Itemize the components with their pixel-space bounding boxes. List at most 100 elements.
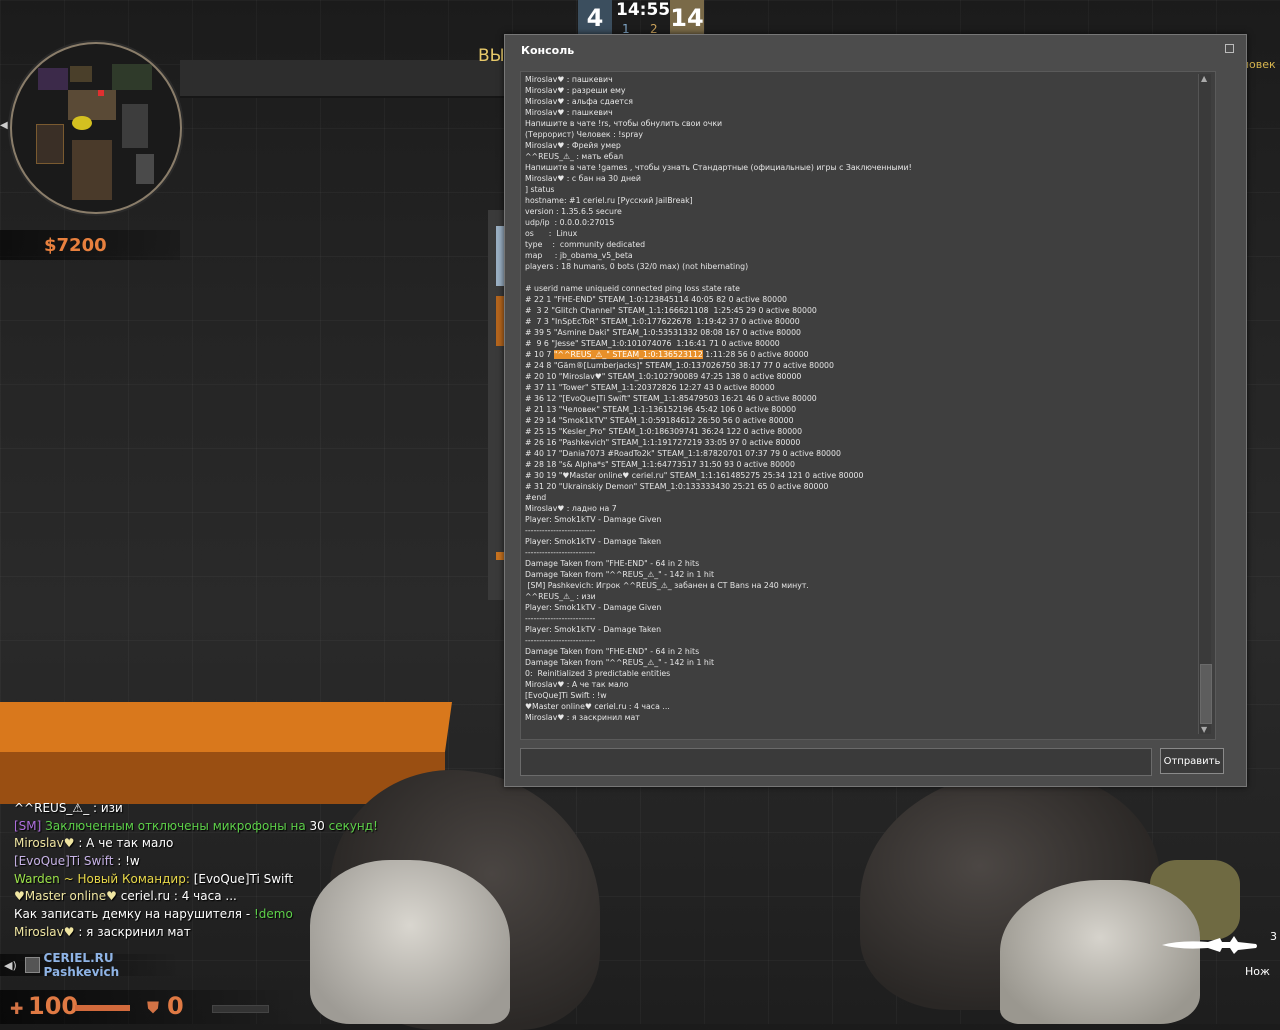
- console-line: # 22 1 "FHE-END" STEAM_1:0:123845114 40:…: [525, 294, 1205, 305]
- chat-message: ^^REUS_⚠_ : изи: [14, 800, 474, 818]
- console-line-text: 1:11:28 56 0 active 80000: [702, 350, 809, 359]
- console-line-text: players : 18 humans, 0 bots (32/0 max) (…: [525, 262, 749, 271]
- console-line-text: Miroslav♥ : разреши ему: [525, 86, 626, 95]
- console-line: Miroslav♥ : с бан на 30 дней: [525, 173, 1205, 184]
- console-line-text: # 7 3 "InSpEcToR" STEAM_1:0:177622678 1:…: [525, 317, 800, 326]
- console-line-text: # 24 8 "Gäm®[Lumberjacks]" STEAM_1:0:137…: [525, 361, 834, 370]
- radar-minimap: [10, 42, 182, 214]
- console-line-text: ^^REUS_⚠_ : мать ебал: [525, 152, 624, 161]
- console-line-text: # 26 16 "Pashkevich" STEAM_1:1:191727219…: [525, 438, 801, 447]
- chat-feed: ^^REUS_⚠_ : изи [SM] Заключенным отключе…: [14, 800, 474, 942]
- console-line: # 40 17 "Dania7073 #RoadTo2k" STEAM_1:1:…: [525, 448, 1205, 459]
- knife-icon: [1162, 936, 1257, 954]
- console-line-text: hostname: #1 ceriel.ru [Русский JailBrea…: [525, 196, 693, 205]
- console-line-text: [EvoQue]Ti Swift : !w: [525, 691, 607, 700]
- chat-message: [SM] Заключенным отключены микрофоны на …: [14, 818, 474, 836]
- console-line: udp/ip : 0.0.0.0:27015: [525, 217, 1205, 228]
- console-line: # 3 2 "Glitch Channel" STEAM_1:1:1666211…: [525, 305, 1205, 316]
- voice-indicator: ◀) CERIEL.RU Pashkevich: [0, 951, 180, 979]
- console-line: Miroslav♥ : разреши ему: [525, 85, 1205, 96]
- console-line: -------------------------: [525, 635, 1205, 646]
- console-selection: "^^REUS_⚠_" STEAM_1:0:136523112: [553, 350, 703, 359]
- scroll-thumb[interactable]: [1200, 664, 1212, 724]
- scroll-up-icon[interactable]: ▲: [1201, 74, 1207, 83]
- radar-area: [68, 90, 116, 120]
- chat-message: Miroslav♥ : я заскринил мат: [14, 924, 474, 942]
- chat-segment: Как записать демку на нарушителя -: [14, 907, 254, 922]
- console-line-text: -------------------------: [525, 548, 596, 557]
- scroll-down-icon[interactable]: ▼: [1201, 725, 1207, 734]
- console-line: # 24 8 "Gäm®[Lumberjacks]" STEAM_1:0:137…: [525, 360, 1205, 371]
- console-line: # 36 12 "[EvoQue]Ti Swift" STEAM_1:1:854…: [525, 393, 1205, 404]
- console-line: os : Linux: [525, 228, 1205, 239]
- background-hint-text: ВЫ: [478, 46, 505, 66]
- console-line: Miroslav♥ : ладно на 7: [525, 503, 1205, 514]
- console-line: Напишите в чате !rs, чтобы обнулить свои…: [525, 118, 1205, 129]
- console-line: Damage Taken from "FHE-END" - 64 in 2 hi…: [525, 646, 1205, 657]
- console-line-text: udp/ip : 0.0.0.0:27015: [525, 218, 615, 227]
- chat-message: Как записать демку на нарушителя - !demo: [14, 906, 474, 924]
- chat-segment: ^^REUS_⚠_: [14, 801, 90, 815]
- console-input[interactable]: [520, 748, 1152, 776]
- console-line: map : jb_obama_v5_beta: [525, 250, 1205, 261]
- console-line-text: ^^REUS_⚠_ : изи: [525, 592, 596, 601]
- chat-message: Miroslav♥ : А че так мало: [14, 835, 474, 853]
- console-line-text: Damage Taken from "FHE-END" - 64 in 2 hi…: [525, 647, 700, 656]
- console-close-icon[interactable]: [1225, 44, 1234, 53]
- console-line-text: Player: Smok1kTV - Damage Taken: [525, 537, 662, 546]
- console-line-text: # 22 1 "FHE-END" STEAM_1:0:123845114 40:…: [525, 295, 788, 304]
- console-line: ^^REUS_⚠_ : изи: [525, 591, 1205, 602]
- armor-value: 0: [167, 992, 184, 1020]
- console-line-text: -------------------------: [525, 614, 596, 623]
- console-line-text: Damage Taken from "^^REUS_⚠_" - 142 in 1…: [525, 570, 715, 579]
- console-line: # 39 5 "Asmine Daki" STEAM_1:0:53531332 …: [525, 327, 1205, 338]
- console-title: Консоль: [521, 44, 575, 57]
- radar-area: [36, 124, 64, 164]
- console-scrollbar[interactable]: ▲ ▼: [1198, 74, 1212, 734]
- money-value: $7200: [44, 234, 107, 256]
- health-armor-panel: ✚ 100 ⛊ 0: [0, 990, 300, 1024]
- voice-speaker-name: CERIEL.RU Pashkevich: [43, 951, 120, 979]
- console-line-text: os : Linux: [525, 229, 578, 238]
- weapon-slot-number: 3: [1270, 930, 1277, 943]
- console-line: (Террорист) Человек : !spray: [525, 129, 1205, 140]
- console-line-text: # 40 17 "Dania7073 #RoadTo2k" STEAM_1:1:…: [525, 449, 841, 458]
- console-line: Напишите в чате !games , чтобы узнать Ст…: [525, 162, 1205, 173]
- console-line: # 29 14 "Smok1kTV" STEAM_1:0:59184612 26…: [525, 415, 1205, 426]
- ceiling-beam: [180, 60, 510, 98]
- chat-segment: ♥Master online♥: [14, 889, 117, 904]
- console-line-text: Напишите в чате !rs, чтобы обнулить свои…: [525, 119, 723, 128]
- radar-arrow-icon: ◀: [0, 120, 8, 131]
- health-bar-fill: [75, 1005, 130, 1011]
- console-line: ^^REUS_⚠_ : мать ебал: [525, 151, 1205, 162]
- speaker-icon: ◀): [4, 958, 17, 972]
- console-line: Damage Taken from "^^REUS_⚠_" - 142 in 1…: [525, 657, 1205, 668]
- chat-segment: !demo: [253, 907, 293, 922]
- console-line-text: # 3 2 "Glitch Channel" STEAM_1:1:1666211…: [525, 306, 817, 315]
- radar-marker: [98, 90, 104, 96]
- console-line-text: # 9 6 "Jesse" STEAM_1:0:101074076 1:16:4…: [525, 339, 780, 348]
- console-line: #end: [525, 492, 1205, 503]
- radar-area: [112, 64, 152, 90]
- console-line-text: ] status: [525, 185, 555, 194]
- console-line-text: type : community dedicated: [525, 240, 646, 249]
- chat-segment: 30: [309, 818, 325, 833]
- chat-segment: : я заскринил мат: [74, 924, 191, 939]
- send-button[interactable]: Отправить: [1160, 748, 1224, 774]
- console-output[interactable]: Miroslav♥ : пашкевич Miroslav♥ : разреши …: [520, 71, 1216, 740]
- console-line-text: [SM] Pashkevich: Игрок ^^REUS_⚠_ забанен…: [525, 581, 809, 590]
- console-window[interactable]: Консоль Miroslav♥ : пашкевич Miroslav♥ : …: [504, 34, 1247, 787]
- console-line: # 9 6 "Jesse" STEAM_1:0:101074076 1:16:4…: [525, 338, 1205, 349]
- console-line: Miroslav♥ : альфа сдается: [525, 96, 1205, 107]
- console-line: Player: Smok1kTV - Damage Taken: [525, 624, 1205, 635]
- console-line: Miroslav♥ : Фрейя умер: [525, 140, 1205, 151]
- console-line-text: # 30 19 "♥Master online♥ ceriel.ru" STEA…: [525, 471, 864, 480]
- console-line: Miroslav♥ : пашкевич: [525, 74, 1205, 85]
- console-line-text: # 10 7: [525, 350, 554, 359]
- radar-area: [122, 104, 148, 148]
- console-line: Player: Smok1kTV - Damage Given: [525, 602, 1205, 613]
- console-lines: Miroslav♥ : пашкевич Miroslav♥ : разреши …: [525, 74, 1205, 723]
- chat-segment: Miroslav♥: [14, 836, 75, 851]
- avatar: [24, 957, 40, 973]
